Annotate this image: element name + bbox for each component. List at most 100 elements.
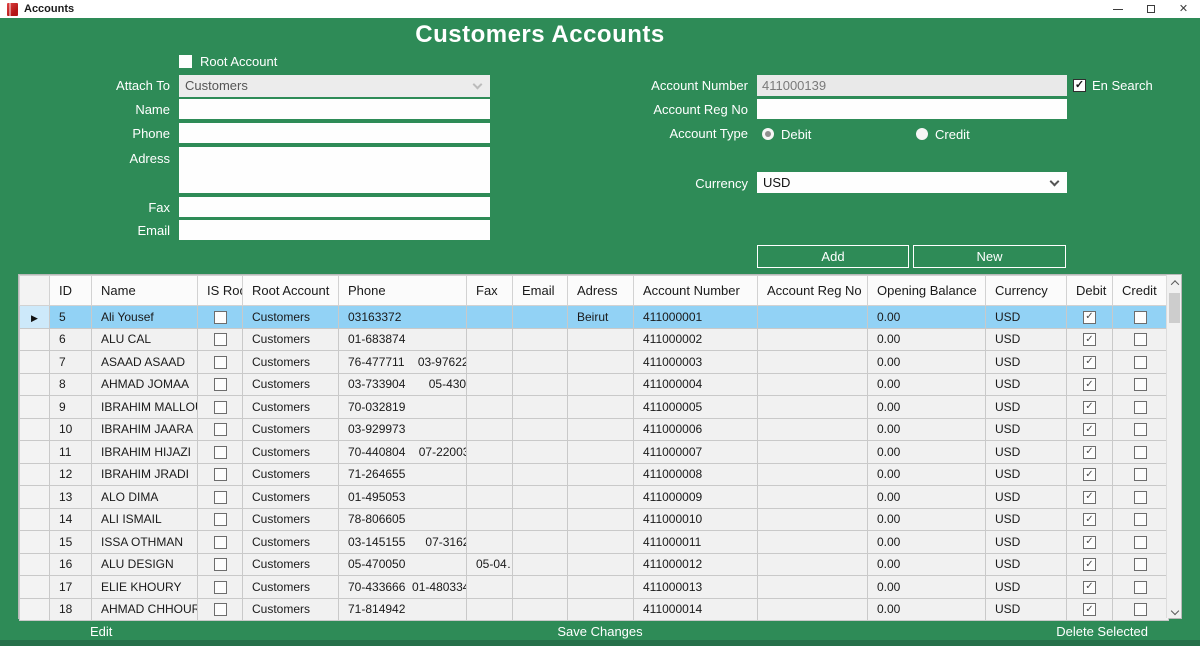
column-header-id[interactable]: ID — [50, 276, 92, 306]
account-reg-no-input[interactable] — [757, 99, 1067, 119]
credit-checkbox[interactable] — [1134, 446, 1147, 459]
is-root-checkbox[interactable] — [214, 423, 227, 436]
save-changes-button[interactable]: Save Changes — [0, 624, 1200, 639]
is-root-checkbox[interactable] — [214, 513, 227, 526]
credit-checkbox[interactable] — [1134, 333, 1147, 346]
row-selector-cell[interactable]: ▶ — [20, 306, 50, 329]
minimize-button[interactable] — [1101, 0, 1134, 18]
en-search-checkbox[interactable]: ✓ — [1073, 79, 1086, 92]
credit-checkbox[interactable] — [1134, 513, 1147, 526]
row-selector-cell[interactable] — [20, 328, 50, 351]
is-root-checkbox[interactable] — [214, 536, 227, 549]
credit-checkbox[interactable] — [1134, 491, 1147, 504]
debit-checkbox[interactable]: ✓ — [1083, 468, 1096, 481]
row-selector-cell[interactable] — [20, 576, 50, 599]
table-row[interactable]: 17ELIE KHOURYCustomers70-433666 01-48033… — [20, 576, 1169, 599]
column-header-phone[interactable]: Phone — [339, 276, 467, 306]
close-button[interactable]: ✕ — [1167, 0, 1200, 18]
credit-checkbox[interactable] — [1134, 468, 1147, 481]
scroll-down-arrow-icon[interactable] — [1167, 603, 1182, 618]
account-number-input[interactable] — [757, 75, 1067, 96]
phone-input[interactable] — [179, 123, 490, 143]
debit-checkbox[interactable]: ✓ — [1083, 581, 1096, 594]
row-selector-cell[interactable] — [20, 598, 50, 621]
debit-checkbox[interactable]: ✓ — [1083, 356, 1096, 369]
debit-checkbox[interactable]: ✓ — [1083, 446, 1096, 459]
vertical-scrollbar[interactable] — [1166, 275, 1181, 618]
column-header-email[interactable]: Email — [513, 276, 568, 306]
debit-checkbox[interactable]: ✓ — [1083, 491, 1096, 504]
debit-checkbox[interactable]: ✓ — [1083, 333, 1096, 346]
table-row[interactable]: 7ASAAD ASAADCustomers76-477711 03-976225… — [20, 351, 1169, 374]
name-input[interactable] — [179, 99, 490, 119]
column-header-account-number[interactable]: Account Number — [634, 276, 758, 306]
column-header-is-root[interactable]: IS Root — [198, 276, 243, 306]
column-header-debit[interactable]: Debit — [1067, 276, 1113, 306]
is-root-checkbox[interactable] — [214, 558, 227, 571]
column-header-currency[interactable]: Currency — [986, 276, 1067, 306]
is-root-checkbox[interactable] — [214, 311, 227, 324]
is-root-checkbox[interactable] — [214, 378, 227, 391]
debit-checkbox[interactable]: ✓ — [1083, 423, 1096, 436]
credit-checkbox[interactable] — [1134, 356, 1147, 369]
credit-checkbox[interactable] — [1134, 558, 1147, 571]
table-row[interactable]: 11IBRAHIM HIJAZICustomers70-440804 07-22… — [20, 441, 1169, 464]
row-selector-cell[interactable] — [20, 486, 50, 509]
row-selector-cell[interactable] — [20, 463, 50, 486]
column-header-root-account[interactable]: Root Account — [243, 276, 339, 306]
table-row[interactable]: 16ALU DESIGNCustomers05-47005005-04…4110… — [20, 553, 1169, 576]
adress-input[interactable] — [179, 147, 490, 193]
row-selector-cell[interactable] — [20, 531, 50, 554]
delete-selected-button[interactable]: Delete Selected — [1056, 624, 1148, 639]
credit-radio[interactable] — [916, 128, 928, 140]
table-row[interactable]: 14ALI ISMAILCustomers78-8066054110000100… — [20, 508, 1169, 531]
debit-checkbox[interactable]: ✓ — [1083, 378, 1096, 391]
debit-checkbox[interactable]: ✓ — [1083, 513, 1096, 526]
row-selector-cell[interactable] — [20, 508, 50, 531]
debit-checkbox[interactable]: ✓ — [1083, 536, 1096, 549]
credit-checkbox[interactable] — [1134, 581, 1147, 594]
table-row[interactable]: 10IBRAHIM JAARACustomers03-9299734110000… — [20, 418, 1169, 441]
table-row[interactable]: 9IBRAHIM MALLOUKCustomers70-032819411000… — [20, 396, 1169, 419]
email-input[interactable] — [179, 220, 490, 240]
edit-button[interactable]: Edit — [90, 624, 112, 639]
row-selector-cell[interactable] — [20, 418, 50, 441]
scrollbar-thumb[interactable] — [1169, 293, 1180, 323]
row-selector-cell[interactable] — [20, 553, 50, 576]
column-header-opening-balance[interactable]: Opening Balance — [868, 276, 986, 306]
credit-checkbox[interactable] — [1134, 311, 1147, 324]
table-row[interactable]: 8AHMAD JOMAACustomers03-733904 05-430480… — [20, 373, 1169, 396]
table-row[interactable]: 13ALO DIMACustomers01-4950534110000090.0… — [20, 486, 1169, 509]
row-selector-cell[interactable] — [20, 351, 50, 374]
debit-checkbox[interactable]: ✓ — [1083, 401, 1096, 414]
row-selector-cell[interactable] — [20, 441, 50, 464]
is-root-checkbox[interactable] — [214, 446, 227, 459]
is-root-checkbox[interactable] — [214, 401, 227, 414]
root-account-checkbox[interactable] — [179, 55, 192, 68]
credit-checkbox[interactable] — [1134, 603, 1147, 616]
row-selector-cell[interactable] — [20, 373, 50, 396]
restore-button[interactable] — [1134, 0, 1167, 18]
debit-checkbox[interactable]: ✓ — [1083, 311, 1096, 324]
table-row[interactable]: 15ISSA OTHMANCustomers03-145155 07-31627… — [20, 531, 1169, 554]
attach-to-select[interactable]: Customers — [179, 75, 490, 97]
is-root-checkbox[interactable] — [214, 333, 227, 346]
table-row[interactable]: ▶5Ali YousefCustomers03163372Beirut41100… — [20, 306, 1169, 329]
new-button[interactable]: New — [913, 245, 1066, 268]
column-header-adress[interactable]: Adress — [568, 276, 634, 306]
currency-select[interactable]: USD — [757, 172, 1067, 193]
is-root-checkbox[interactable] — [214, 468, 227, 481]
is-root-checkbox[interactable] — [214, 603, 227, 616]
column-header-fax[interactable]: Fax — [467, 276, 513, 306]
row-selector-header[interactable] — [20, 276, 50, 306]
debit-radio[interactable] — [762, 128, 774, 140]
table-row[interactable]: 12IBRAHIM JRADICustomers71-2646554110000… — [20, 463, 1169, 486]
is-root-checkbox[interactable] — [214, 581, 227, 594]
column-header-name[interactable]: Name — [92, 276, 198, 306]
fax-input[interactable] — [179, 197, 490, 217]
credit-checkbox[interactable] — [1134, 401, 1147, 414]
column-header-account-reg-no[interactable]: Account Reg No — [758, 276, 868, 306]
credit-checkbox[interactable] — [1134, 378, 1147, 391]
table-row[interactable]: 6ALU CALCustomers01-6838744110000020.00U… — [20, 328, 1169, 351]
is-root-checkbox[interactable] — [214, 356, 227, 369]
